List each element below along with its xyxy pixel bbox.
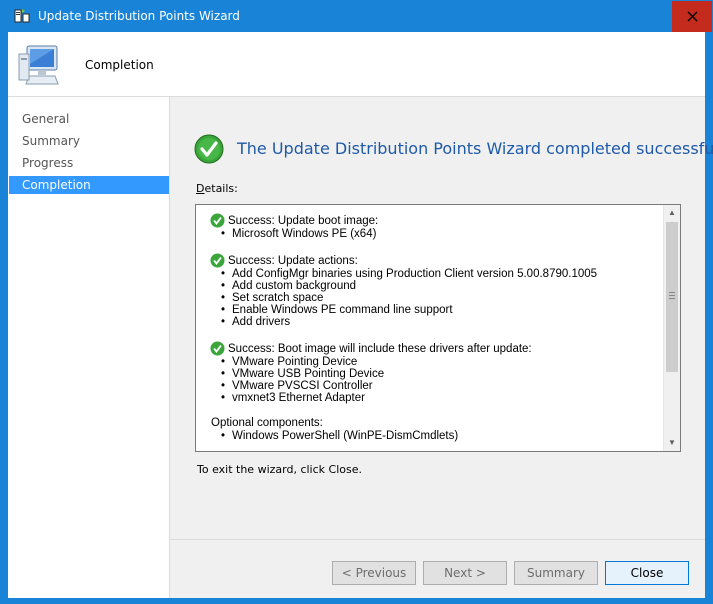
scroll-up-arrow-icon[interactable]: ▲ — [664, 205, 680, 221]
nav-item-progress[interactable]: Progress — [9, 154, 169, 172]
wizard-content: The Update Distribution Points Wizard co… — [170, 97, 713, 598]
nav-item-summary[interactable]: Summary — [9, 132, 169, 150]
success-check-icon — [194, 134, 224, 164]
exit-instruction: To exit the wizard, click Close. — [197, 463, 362, 476]
page-title: Completion — [85, 58, 154, 72]
close-button[interactable]: Close — [605, 561, 689, 585]
detail-item: Add custom background — [221, 280, 663, 292]
details-scrollbar[interactable]: ▲ ▼ — [663, 205, 680, 451]
wizard-banner: Completion — [8, 32, 705, 97]
details-textbox[interactable]: Success: Update boot image: Microsoft Wi… — [195, 204, 681, 452]
detail-item: Enable Windows PE command line support — [221, 304, 663, 316]
previous-button[interactable]: < Previous — [332, 561, 416, 585]
success-check-icon — [210, 253, 225, 268]
wizard-nav: General Summary Progress Completion — [8, 97, 170, 598]
computer-icon — [18, 45, 59, 85]
details-section: Success: Update actions: Add ConfigMgr b… — [210, 253, 663, 328]
detail-item: VMware USB Pointing Device — [221, 368, 663, 380]
summary-button[interactable]: Summary — [514, 561, 598, 585]
details-section: Success: Boot image will include these d… — [210, 341, 663, 404]
footer-divider — [170, 539, 705, 540]
detail-item: Set scratch space — [221, 292, 663, 304]
detail-item: Add drivers — [221, 316, 663, 328]
next-button[interactable]: Next > — [423, 561, 507, 585]
completion-headline: The Update Distribution Points Wizard co… — [237, 139, 713, 158]
window-close-button[interactable] — [672, 1, 712, 32]
detail-item: VMware Pointing Device — [221, 356, 663, 368]
success-check-icon — [210, 213, 225, 228]
scroll-thumb[interactable] — [666, 222, 678, 372]
wizard-window: Update Distribution Points Wizard Comple… — [0, 0, 713, 604]
details-section: Success: Update boot image: Microsoft Wi… — [210, 213, 663, 240]
detail-item: Windows PowerShell (WinPE-DismCmdlets) — [221, 430, 663, 442]
scroll-down-arrow-icon[interactable]: ▼ — [664, 435, 680, 451]
title-bar[interactable]: Update Distribution Points Wizard — [1, 1, 712, 32]
success-check-icon — [210, 341, 225, 356]
detail-item: vmxnet3 Ethernet Adapter — [221, 392, 663, 404]
details-content: Success: Update boot image: Microsoft Wi… — [196, 205, 663, 451]
window-title: Update Distribution Points Wizard — [38, 9, 240, 23]
wizard-client: Completion General Summary Progress Comp… — [8, 32, 713, 598]
section-title: Success: Boot image will include these d… — [228, 342, 532, 355]
details-label: Details: — [196, 182, 238, 195]
wizard-app-icon — [14, 9, 30, 23]
detail-item: Add ConfigMgr binaries using Production … — [221, 268, 663, 280]
detail-item: Microsoft Windows PE (x64) — [221, 228, 663, 240]
nav-item-completion[interactable]: Completion — [9, 176, 169, 194]
detail-item: VMware PVSCSI Controller — [221, 380, 663, 392]
close-icon — [687, 11, 697, 22]
section-title: Success: Update boot image: — [228, 214, 379, 227]
optional-components-title: Optional components: — [211, 417, 323, 429]
nav-item-general[interactable]: General — [9, 110, 169, 128]
section-title: Success: Update actions: — [228, 254, 358, 267]
